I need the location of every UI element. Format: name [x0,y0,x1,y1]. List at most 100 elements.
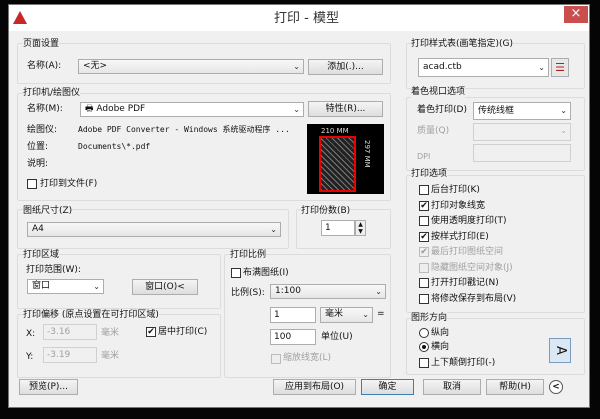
print-to-file-label: 打印到文件(F) [40,179,98,189]
help-button[interactable]: 帮助(H) [486,379,544,395]
chevron-down-icon: ⌄ [293,105,300,114]
ok-button[interactable]: 确定 [361,379,414,395]
scale-combo[interactable]: 1:100 ⌄ [270,284,386,299]
offset-x-unit: 毫米 [101,328,120,338]
plot-option-label: 打开打印戳记(N) [431,278,499,288]
plot-range-label: 打印范围(W): [26,265,81,275]
quality-label: 质量(Q) [417,126,450,136]
landscape-label: 横向 [431,342,450,352]
edit-plot-style-icon[interactable]: ☰ [551,58,569,77]
offset-x-label: X: [26,329,36,339]
plot-option-checkbox[interactable] [419,262,429,273]
dpi-input[interactable] [473,144,571,162]
print-to-file-checkbox[interactable] [27,179,37,189]
scale-units-label: 单位(U) [321,332,353,342]
page-setup-name-value: <无> [83,61,108,71]
plot-option-label: 按样式打印(E) [431,231,489,242]
scale-label: 比例(S): [231,288,265,298]
title-bar: 打印 - 模型 × [9,5,589,31]
plot-style-label: 打印样式表(画笔指定)(G) [411,38,514,50]
scale-units-input[interactable]: 100 [270,329,316,345]
portrait-radio[interactable] [419,328,429,338]
chevron-down-icon: ⌄ [270,225,277,234]
description-label: 说明: [27,159,49,169]
page-setup-name-label: 名称(A): [27,61,62,71]
landscape-radio[interactable] [419,342,429,352]
plot-option-checkbox[interactable] [419,216,429,226]
offset-y-label: Y: [26,352,34,362]
printer-name-combo[interactable]: 🖶 Adobe PDF ⌄ [80,102,304,117]
page-letter: A [552,346,568,355]
cancel-button[interactable]: 取消 [423,379,481,395]
plotter-value: Adobe PDF Converter - Windows 系统驱动程序 ... [78,125,290,134]
apply-to-layout-button[interactable]: 应用到布局(O) [273,379,356,395]
chevron-down-icon: ⌄ [293,62,300,71]
offset-y-input[interactable]: -3.19 [43,347,97,363]
shade-plot-label: 着色打印(D) [417,105,467,115]
preview-button[interactable]: 预览(P)... [19,379,78,395]
plot-style-value: acad.ctb [423,62,462,72]
properties-button[interactable]: 特性(R)... [308,101,383,117]
chevron-down-icon: ⌄ [538,63,545,72]
plot-option-checkbox[interactable] [419,293,429,304]
scale-mm-input[interactable]: 1 [270,307,316,323]
shade-plot-combo[interactable]: 传统线框 ⌄ [473,102,571,120]
add-button[interactable]: 添加(.)... [308,59,383,75]
paper-size-label: 图纸尺寸(Z) [23,205,73,217]
preview-paper [319,136,356,192]
paper-size-combo[interactable]: A4 ⌄ [27,222,281,237]
center-plot-checkbox[interactable]: ✔ [146,327,156,337]
plot-option-checkbox[interactable] [419,185,429,195]
plot-option-label: 隐藏图纸空间对象(J) [431,262,513,273]
plot-option-label: 打印对象线宽 [431,200,486,211]
plot-option-checkbox[interactable] [419,278,429,288]
scale-lineweights-checkbox[interactable] [271,354,281,364]
plot-option-checkbox[interactable]: ✔ [419,231,429,242]
close-button[interactable]: × [564,6,588,23]
printer-name-label: 名称(M): [27,104,63,114]
chevron-down-icon: ⌄ [560,126,567,135]
plot-style-combo[interactable]: acad.ctb ⌄ [418,58,549,77]
copies-spinner[interactable]: ▲ ▼ [355,220,366,236]
plot-option-checkbox[interactable]: ✔ [419,247,429,257]
plot-range-value: 窗口 [32,281,51,291]
paper-size-value: A4 [32,224,44,234]
autocad-logo-icon [13,11,27,24]
orientation-label: 图形方向 [411,312,448,324]
plot-option-checkbox[interactable]: ✔ [419,200,429,211]
fit-to-paper-checkbox[interactable] [231,268,241,278]
collapse-button[interactable]: < [549,380,563,394]
scale-unit-combo[interactable]: 毫米 ⌄ [320,307,373,323]
plot-option-label: 后台打印(K) [431,185,480,195]
scale-lineweights-label: 缩放线宽(L) [283,353,332,363]
plot-options-label: 打印选项 [411,168,448,180]
dpi-label: DPI [417,152,431,161]
window-button[interactable]: 窗口(O)< [132,279,198,295]
paper-preview: 210 MM 297 MM [307,124,384,194]
scale-unit-value: 毫米 [325,309,344,319]
plot-range-combo[interactable]: 窗口 ⌄ [27,279,104,294]
chevron-down-icon: ⌄ [560,106,567,115]
plot-option-label: 最后打印图纸空间 [431,247,504,257]
plot-area-label: 打印区域 [23,249,60,261]
plot-scale-label: 打印比例 [230,249,267,261]
chevron-down-icon: ⌄ [375,287,382,296]
location-label: 位置: [27,142,49,152]
upside-down-label: 上下颠倒打印(-) [431,358,496,368]
location-value: Documents\*.pdf [78,142,151,151]
quality-combo[interactable]: ⌄ [473,123,571,141]
equals-sign: = [377,309,385,319]
printer-name-value: Adobe PDF [96,104,146,114]
print-dialog: 打印 - 模型 × 页面设置 名称(A): <无> ⌄ 添加(.)... 打印机/… [8,4,590,408]
offset-x-input[interactable]: -3.16 [43,324,97,340]
page-setup-name-combo[interactable]: <无> ⌄ [78,59,304,74]
shade-plot-value: 传统线框 [478,106,515,116]
copies-input[interactable]: 1 [321,220,355,236]
shaded-viewport-label: 着色视口选项 [411,86,466,98]
upside-down-checkbox[interactable] [419,358,429,368]
fit-to-paper-label: 布满图纸(I) [243,268,289,278]
plot-option-label: 将修改保存到布局(V) [431,293,517,304]
chevron-down-icon: ⌄ [93,282,100,291]
plot-offset-label: 打印偏移 (原点设置在可打印区域) [23,309,159,321]
plotter-label: 绘图仪: [27,125,58,135]
